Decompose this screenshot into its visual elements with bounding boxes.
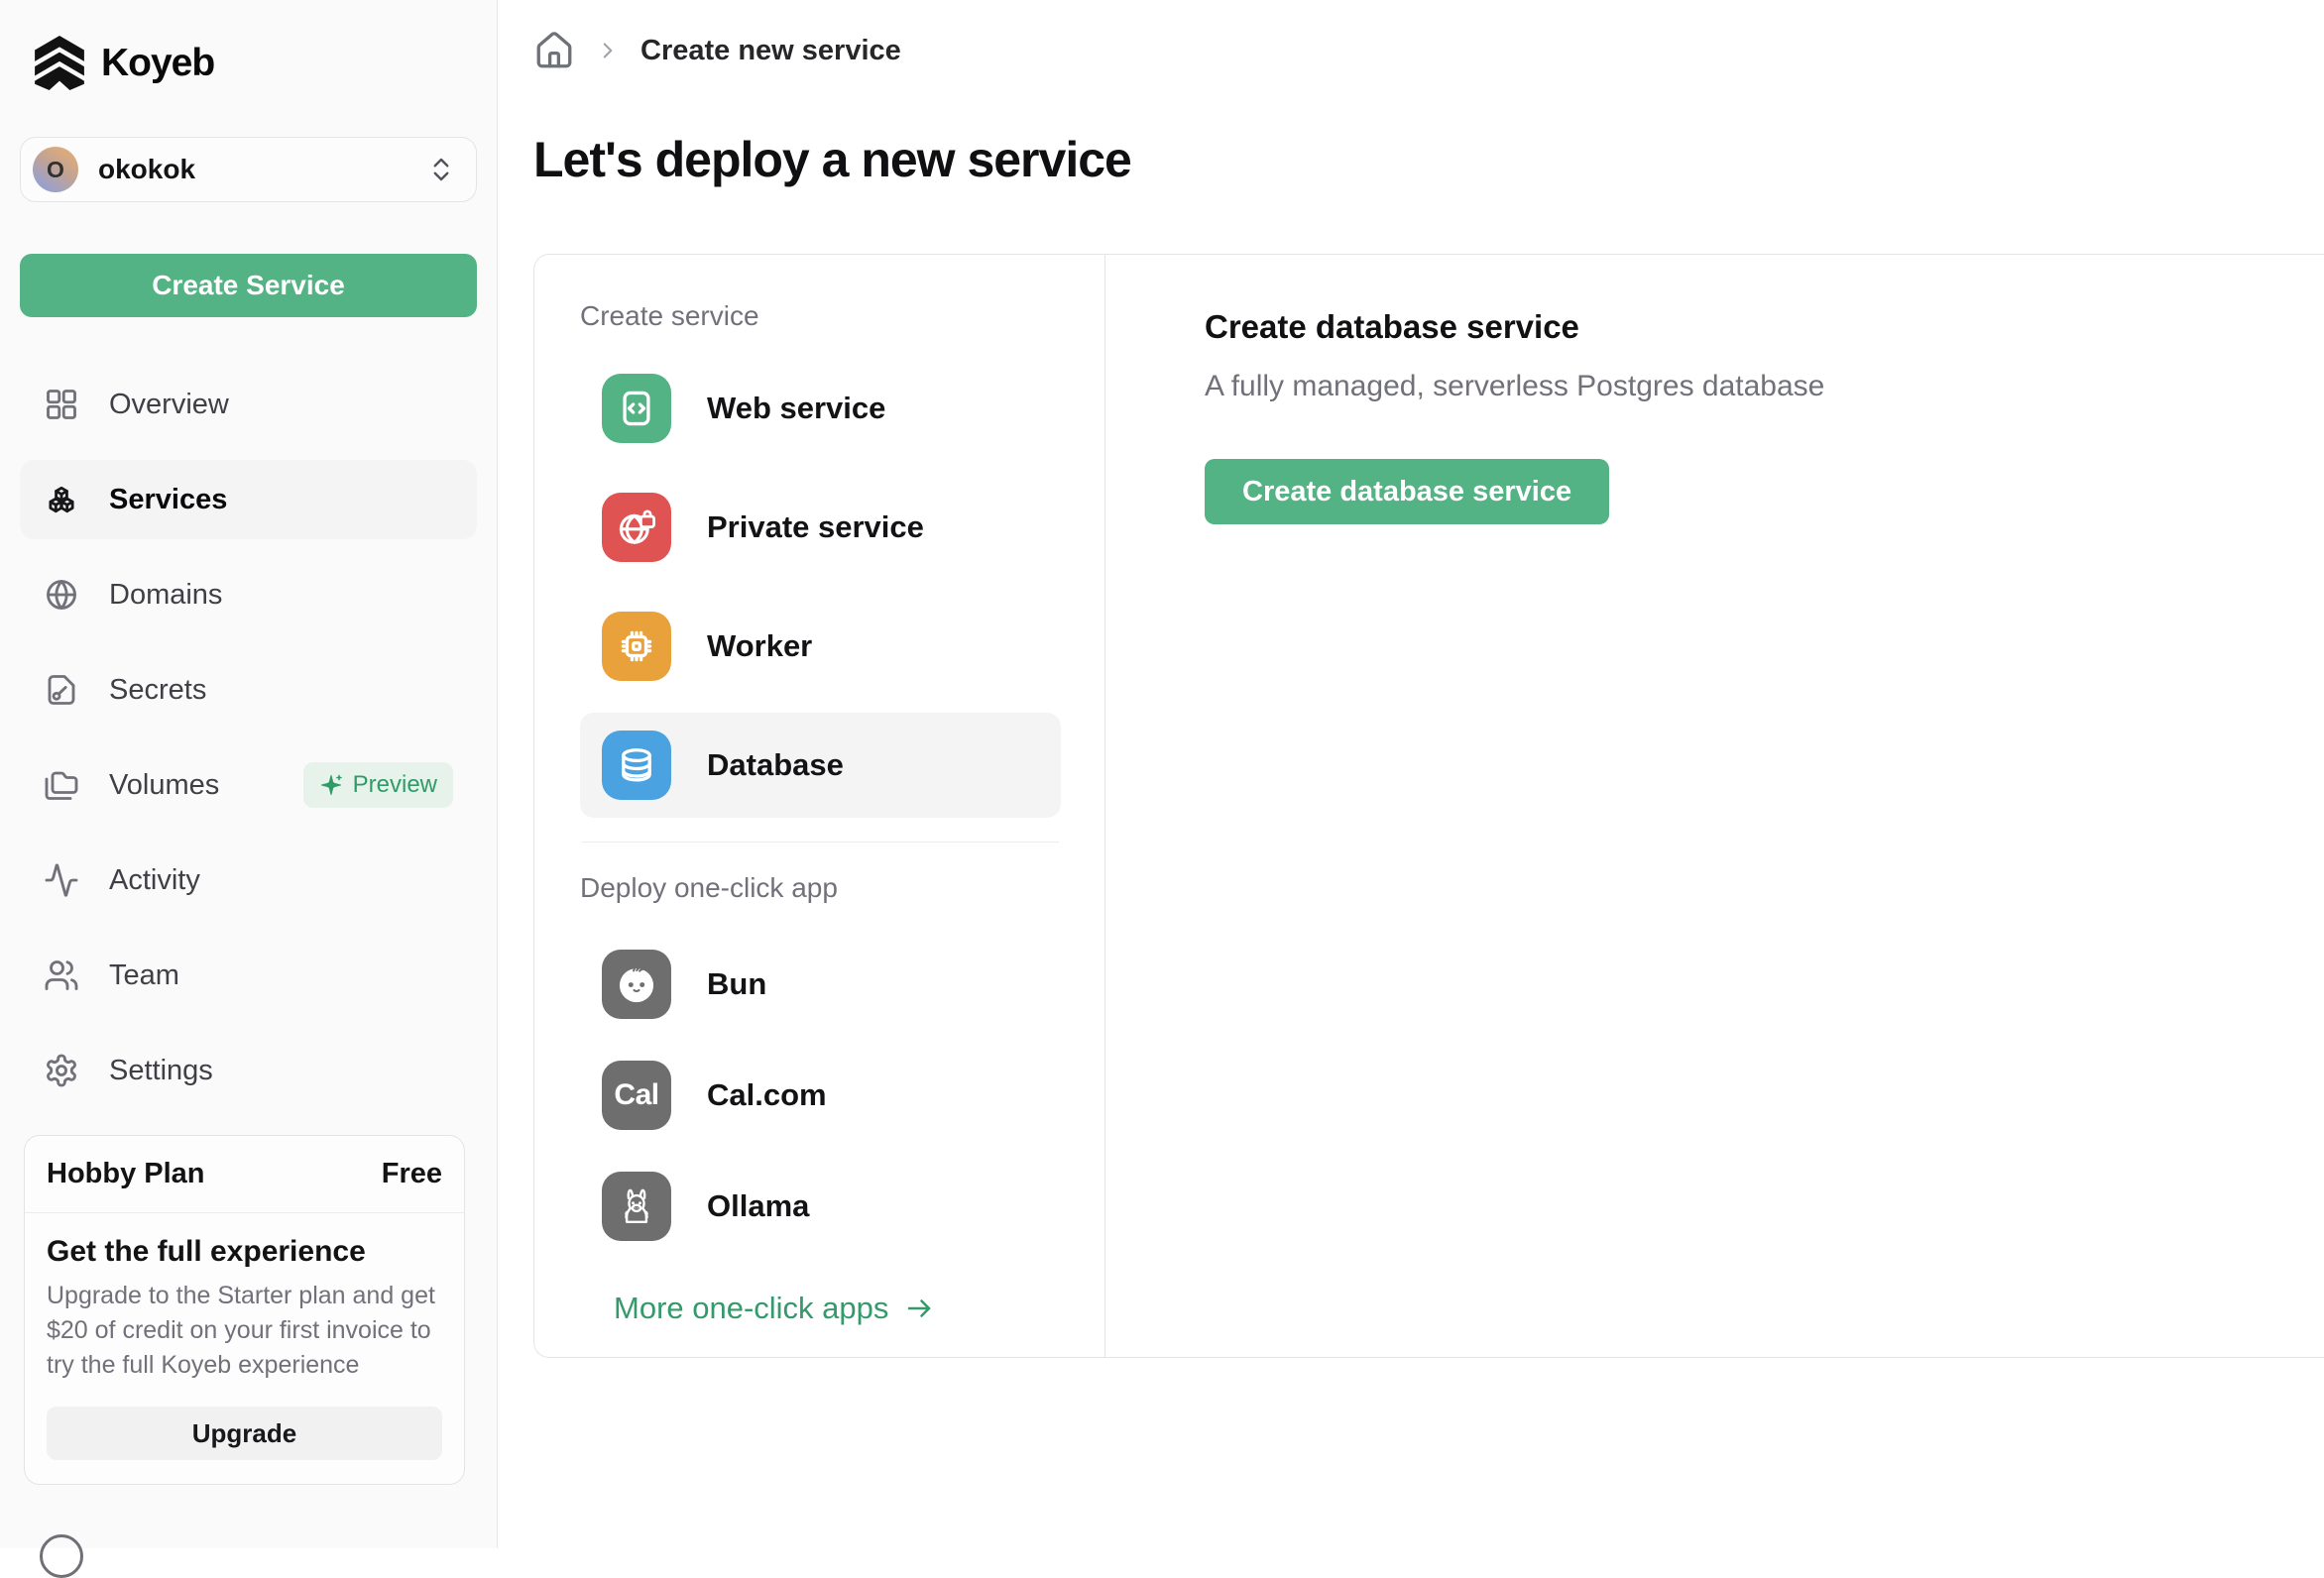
plan-name: Hobby Plan bbox=[47, 1158, 205, 1190]
sidebar-item-label: Volumes bbox=[109, 769, 219, 802]
grid-icon bbox=[44, 387, 79, 422]
sidebar: Koyeb O okokok Create Service Overview S… bbox=[0, 0, 498, 1548]
koyeb-logo-icon bbox=[34, 36, 85, 91]
service-type-private[interactable]: Private service bbox=[580, 475, 1061, 580]
org-avatar: O bbox=[33, 147, 78, 192]
sidebar-item-volumes[interactable]: Volumes Preview bbox=[20, 745, 477, 825]
page-title: Let's deploy a new service bbox=[533, 131, 2324, 188]
users-icon bbox=[44, 958, 79, 993]
preview-badge-label: Preview bbox=[353, 771, 437, 799]
file-key-icon bbox=[44, 672, 79, 708]
plan-description: Upgrade to the Starter plan and get $20 … bbox=[47, 1279, 442, 1383]
sidebar-item-label: Services bbox=[109, 484, 227, 516]
detail-subtitle: A fully managed, serverless Postgres dat… bbox=[1205, 370, 2324, 403]
service-type-database[interactable]: Database bbox=[580, 713, 1061, 818]
one-click-app-bun[interactable]: Bun bbox=[580, 934, 1061, 1035]
breadcrumb-current: Create new service bbox=[640, 35, 901, 67]
org-switcher[interactable]: O okokok bbox=[20, 137, 477, 202]
service-type-web[interactable]: Web service bbox=[580, 356, 1061, 461]
create-service-panel: Create service Web service bbox=[533, 254, 2324, 1358]
cubes-icon bbox=[44, 482, 79, 517]
create-service-label: Create service bbox=[580, 300, 1061, 332]
plan-price: Free bbox=[382, 1158, 442, 1190]
org-name: okokok bbox=[98, 154, 407, 185]
more-one-click-apps-link[interactable]: More one-click apps bbox=[614, 1291, 1061, 1326]
create-database-service-button[interactable]: Create database service bbox=[1205, 459, 1609, 524]
service-type-list: Web service P bbox=[580, 356, 1061, 818]
section-divider bbox=[582, 842, 1059, 843]
service-type-worker[interactable]: Worker bbox=[580, 594, 1061, 699]
create-service-button[interactable]: Create Service bbox=[20, 254, 477, 317]
globe-lock-icon bbox=[602, 493, 671, 562]
service-type-label: Worker bbox=[707, 628, 812, 664]
preview-badge: Preview bbox=[303, 762, 453, 808]
one-click-app-list: Bun Cal Cal.com bbox=[580, 934, 1061, 1257]
sidebar-item-label: Domains bbox=[109, 579, 222, 612]
detail-title: Create database service bbox=[1205, 308, 2324, 346]
service-type-column: Create service Web service bbox=[534, 255, 1105, 1357]
one-click-app-label: Ollama bbox=[707, 1188, 809, 1224]
one-click-app-label: Cal.com bbox=[707, 1077, 827, 1113]
service-type-label: Database bbox=[707, 747, 844, 783]
ollama-icon bbox=[602, 1172, 671, 1241]
one-click-app-cal[interactable]: Cal Cal.com bbox=[580, 1045, 1061, 1146]
globe-icon bbox=[44, 577, 79, 613]
sidebar-nav: Overview Services Domains Secrets bbox=[20, 365, 477, 1110]
sidebar-item-label: Secrets bbox=[109, 674, 206, 707]
breadcrumb: Create new service bbox=[533, 27, 2324, 74]
gear-icon bbox=[44, 1053, 79, 1088]
arrow-right-icon bbox=[904, 1294, 934, 1323]
cpu-icon bbox=[602, 612, 671, 681]
chevrons-up-down-icon bbox=[426, 155, 456, 184]
code-window-icon bbox=[602, 374, 671, 443]
sidebar-item-label: Overview bbox=[109, 389, 229, 421]
bun-icon bbox=[602, 950, 671, 1019]
sidebar-item-activity[interactable]: Activity bbox=[20, 841, 477, 920]
sidebar-item-settings[interactable]: Settings bbox=[20, 1031, 477, 1110]
cal-icon: Cal bbox=[602, 1061, 671, 1130]
sidebar-item-label: Settings bbox=[109, 1055, 213, 1087]
sparkles-icon bbox=[319, 773, 343, 797]
service-type-label: Web service bbox=[707, 391, 885, 426]
upgrade-button[interactable]: Upgrade bbox=[47, 1407, 442, 1460]
main-content: Create new service Let's deploy a new se… bbox=[498, 0, 2324, 1548]
database-icon bbox=[602, 731, 671, 800]
folders-icon bbox=[44, 767, 79, 803]
chevron-right-icon bbox=[595, 38, 621, 63]
service-detail-column: Create database service A fully managed,… bbox=[1105, 255, 2324, 1357]
brand-name: Koyeb bbox=[101, 42, 214, 85]
sidebar-item-label: Team bbox=[109, 959, 179, 992]
service-type-label: Private service bbox=[707, 509, 924, 545]
one-click-app-label: Bun bbox=[707, 966, 766, 1002]
sidebar-item-overview[interactable]: Overview bbox=[20, 365, 477, 444]
home-icon[interactable] bbox=[533, 30, 575, 71]
plan-headline: Get the full experience bbox=[47, 1235, 442, 1269]
brand-logo[interactable]: Koyeb bbox=[34, 36, 477, 91]
one-click-app-ollama[interactable]: Ollama bbox=[580, 1156, 1061, 1257]
sidebar-item-services[interactable]: Services bbox=[20, 460, 477, 539]
plan-card: Hobby Plan Free Get the full experience … bbox=[24, 1135, 465, 1485]
sidebar-item-team[interactable]: Team bbox=[20, 936, 477, 1015]
sidebar-item-secrets[interactable]: Secrets bbox=[20, 650, 477, 730]
sidebar-item-domains[interactable]: Domains bbox=[20, 555, 477, 634]
partial-bottom-icon bbox=[40, 1534, 83, 1578]
one-click-label: Deploy one-click app bbox=[580, 872, 1061, 904]
sidebar-item-label: Activity bbox=[109, 864, 200, 897]
pulse-icon bbox=[44, 862, 79, 898]
